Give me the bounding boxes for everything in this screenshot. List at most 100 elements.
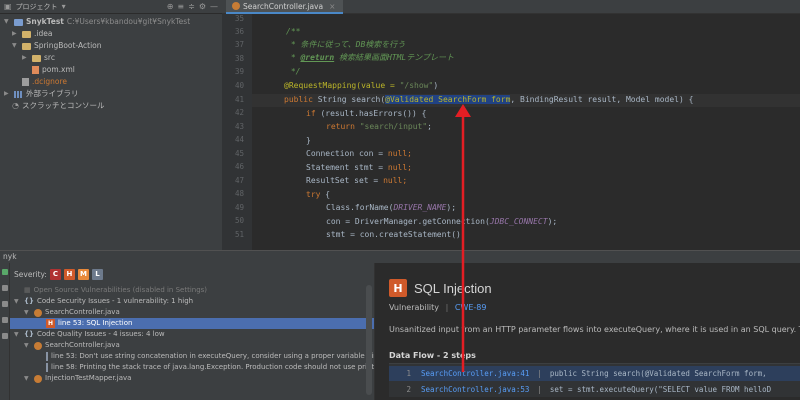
chevron-down-icon[interactable]: ▼: [24, 373, 31, 384]
tree-node-issue-sql-injection[interactable]: H line 53: SQL Injection: [10, 318, 374, 329]
tree-node-label: line 53: Don't use string concatenation …: [51, 352, 374, 360]
locate-icon[interactable]: ⊕: [167, 0, 174, 14]
severity-medium-toggle[interactable]: M: [77, 268, 89, 280]
expand-all-icon[interactable]: [2, 301, 8, 307]
snyk-action-strip: [0, 263, 10, 400]
tree-node-label: line 53: SQL Injection: [58, 319, 133, 327]
tree-item-scratches[interactable]: ◔ スクラッチとコンソール: [12, 100, 104, 112]
chevron-down-icon[interactable]: ▼: [14, 296, 21, 307]
tree-node-label: SearchController.java: [45, 341, 120, 349]
tree-node-issue[interactable]: line 58: Printing the stack trace of jav…: [10, 362, 374, 373]
tree-node-label: Code Quality Issues - 4 issues: 4 low: [36, 330, 165, 338]
tree-item-springboot-action[interactable]: ▼ SpringBoot-Action: [12, 40, 102, 52]
code-editor[interactable]: 35 36 37 38 39 40 41 42 43 44 45 46 47 4…: [222, 14, 800, 250]
folder-icon: [22, 42, 31, 50]
line-number: 50: [234, 216, 244, 225]
code-line-39: */: [286, 67, 301, 76]
chevron-right-icon[interactable]: ▶: [22, 52, 29, 64]
tab-search-controller[interactable]: SearchController.java ×: [226, 0, 344, 14]
snyk-tool-window-header[interactable]: nyk: [0, 250, 800, 263]
minimize-icon[interactable]: —: [210, 0, 218, 14]
step-location-link[interactable]: SearchController.java:41: [421, 369, 529, 378]
ignore-file-icon: [22, 78, 29, 86]
dataflow-heading: Data Flow - 2 steps: [389, 351, 476, 360]
tree-node-issue[interactable]: line 53: Don't use string concatenation …: [10, 351, 374, 362]
close-icon[interactable]: ×: [329, 2, 335, 11]
keyword-token: return: [326, 122, 360, 131]
meta-separator: |: [445, 303, 449, 312]
tree-item-dcignore[interactable]: .dcignore: [22, 76, 67, 88]
tree-item-src[interactable]: ▶ src: [22, 52, 55, 64]
keyword-token: null: [383, 176, 403, 185]
tree-item-pom[interactable]: pom.xml: [32, 64, 75, 76]
tree-node-file[interactable]: ▼ SearchController.java: [10, 307, 374, 318]
tree-node-file[interactable]: ▼ InjectionTestMapper.java: [10, 373, 374, 384]
code-line-38: * @return 検索結果画面HTMLテンプレート: [286, 53, 455, 62]
issue-category: Vulnerability: [389, 303, 440, 312]
vulnerable-source-selection[interactable]: @Validated SearchForm form: [385, 95, 511, 104]
collapse-all-icon[interactable]: [2, 317, 8, 323]
tree-node-code-security[interactable]: ▼ {} Code Security Issues - 1 vulnerabil…: [10, 296, 374, 307]
tree-item-idea[interactable]: ▶ .idea: [12, 28, 52, 40]
code-line-42: if (result.hasErrors()) {: [306, 108, 426, 120]
code-line-41: public String search(@Validated SearchFo…: [284, 94, 693, 106]
folder-icon: [32, 54, 41, 62]
tree-item-label: SpringBoot-Action: [34, 41, 102, 50]
expand-icon[interactable]: ≑: [188, 0, 195, 14]
constant-token: JDBC_CONNECT: [489, 217, 548, 226]
chevron-down-icon[interactable]: ▼: [24, 307, 31, 318]
library-icon: [14, 90, 23, 98]
severity-critical-toggle[interactable]: C: [49, 268, 61, 280]
issue-meta: Vulnerability | CWE-89: [389, 303, 486, 312]
line-number: 43: [234, 122, 244, 131]
gear-icon[interactable]: ⚙: [199, 0, 206, 14]
dataflow-step[interactable]: 1 SearchController.java:41 | public String …: [389, 366, 800, 381]
line-number: 46: [234, 162, 244, 171]
code-line-46: Statement stmt = null;: [306, 162, 412, 174]
chevron-right-icon[interactable]: ▶: [4, 88, 11, 100]
dataflow-step[interactable]: 2 SearchController.java:53 | set = stmt.exe…: [389, 382, 800, 397]
chevron-down-icon[interactable]: ▾: [62, 0, 66, 14]
severity-high-toggle[interactable]: H: [63, 268, 75, 280]
string-token: "search/input": [359, 122, 428, 131]
keyword-token: null: [387, 149, 408, 158]
line-number: 47: [234, 176, 244, 185]
chevron-down-icon[interactable]: ▼: [14, 329, 21, 340]
code-token: ResultSet set =: [306, 176, 384, 185]
selected-token: @Validated SearchForm form: [385, 95, 511, 104]
tree-node-code-quality[interactable]: ▼ {} Code Quality Issues - 4 issues: 4 l…: [10, 329, 374, 340]
code-token: Statement stmt =: [306, 163, 388, 172]
filter-icon[interactable]: [2, 285, 8, 291]
severity-low-toggle[interactable]: L: [91, 268, 103, 280]
line-number: 38: [234, 54, 244, 63]
project-view-title[interactable]: プロジェクト: [16, 2, 58, 12]
tree-item-root[interactable]: ▼ SnykTest C:¥Users¥kbandou¥git¥SnykTest: [4, 16, 190, 28]
tree-scrollbar[interactable]: [366, 285, 372, 395]
snyk-results-tree: Severity: C H M L ▦ Open Source Vulnerab…: [10, 263, 374, 400]
code-token: String search(: [317, 95, 386, 104]
code-token: {: [325, 190, 331, 199]
chevron-down-icon[interactable]: ▼: [12, 40, 19, 52]
settings-icon[interactable]: [2, 333, 8, 339]
code-token: ;: [407, 163, 412, 172]
code-token: con = DriverManager.getConnection(: [326, 217, 490, 226]
tree-item-label: .dcignore: [32, 77, 67, 86]
tree-node-file[interactable]: ▼ SearchController.java: [10, 340, 374, 351]
cwe-link[interactable]: CWE-89: [455, 303, 487, 312]
chevron-down-icon[interactable]: ▼: [4, 16, 11, 28]
high-severity-icon: H: [46, 319, 55, 328]
severity-label: Severity:: [14, 269, 47, 279]
scratch-icon: ◔: [12, 101, 19, 110]
code-line-44: }: [306, 136, 311, 145]
chevron-right-icon[interactable]: ▶: [12, 28, 19, 40]
editor-tab-bar: SearchController.java ×: [222, 0, 800, 14]
chevron-down-icon[interactable]: ▼: [24, 340, 31, 351]
step-location-link[interactable]: SearchController.java:53: [421, 385, 529, 394]
tree-node-open-source[interactable]: ▦ Open Source Vulnerabilities (disabled …: [10, 285, 374, 296]
step-number: 1: [406, 369, 411, 378]
run-scan-icon[interactable]: [2, 269, 8, 275]
collapse-icon[interactable]: ≡: [177, 0, 184, 14]
keyword-token: public: [284, 95, 318, 104]
tree-node-label: Code Security Issues - 1 vulnerability: …: [36, 297, 194, 305]
code-line-47: ResultSet set = null;: [306, 175, 407, 187]
